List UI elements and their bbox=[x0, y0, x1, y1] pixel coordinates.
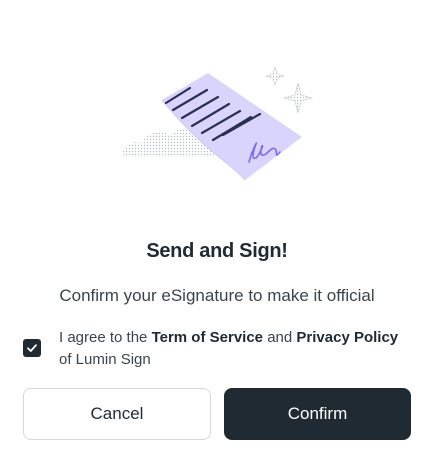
document-signature-illustration bbox=[122, 65, 314, 181]
terms-of-service-link[interactable]: Term of Service bbox=[152, 329, 263, 346]
dialog-title: Send and Sign! bbox=[146, 240, 288, 262]
checkmark-icon bbox=[27, 344, 37, 352]
privacy-policy-link[interactable]: Privacy Policy bbox=[296, 329, 398, 346]
agreement-conjunction: and bbox=[267, 329, 293, 346]
agreement-checkbox[interactable] bbox=[23, 339, 41, 357]
agreement-suffix: of Lumin Sign bbox=[59, 351, 151, 368]
cancel-button[interactable]: Cancel bbox=[23, 388, 211, 440]
paper-sheet bbox=[162, 73, 302, 180]
dialog-subtitle: Confirm your eSignature to make it offic… bbox=[59, 286, 375, 305]
agreement-text: I agree to the Term of Service and Priva… bbox=[59, 327, 399, 371]
sign-confirm-dialog: Send and Sign! Confirm your eSignature t… bbox=[0, 0, 434, 465]
agreement-prefix: I agree to the bbox=[59, 329, 148, 346]
sparkle-small-icon bbox=[264, 65, 286, 87]
agreement-row: I agree to the Term of Service and Priva… bbox=[23, 327, 413, 371]
confirm-button[interactable]: Confirm bbox=[224, 388, 411, 440]
sparkle-large-icon bbox=[282, 82, 314, 114]
